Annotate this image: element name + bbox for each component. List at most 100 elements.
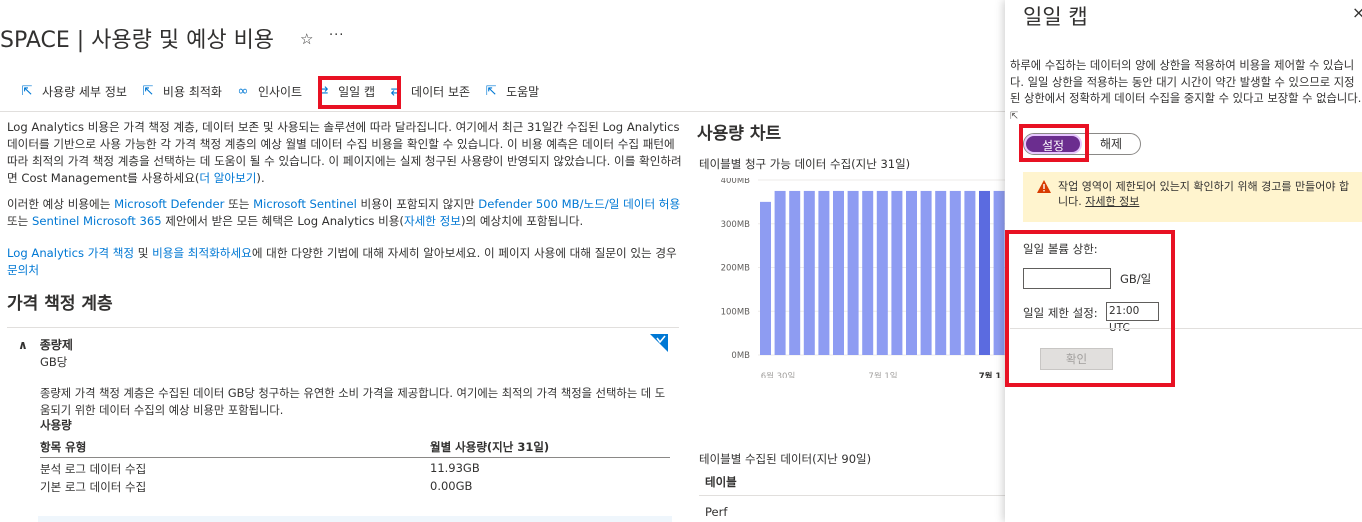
more-info-link[interactable]: 자세한 정보 <box>404 214 461 228</box>
bar <box>803 190 815 355</box>
panel-description-text: 하루에 수집하는 데이터의 양에 상한을 적용하여 비용을 제어할 수 있습니다… <box>1010 59 1362 105</box>
intro-text: 제안에서 받은 모든 혜택은 Log Analytics 비용( <box>161 214 404 228</box>
tier-header[interactable]: ∧ 종량제 <box>18 336 73 353</box>
info-bar <box>38 516 672 522</box>
page-title: SPACE | 사용량 및 예상 비용 <box>0 28 275 53</box>
warning-icon <box>1037 180 1051 193</box>
intro-text: Log Analytics 비용은 가격 책정 계층, 데이터 보존 및 사용되… <box>7 120 682 185</box>
bar <box>760 201 771 355</box>
usage-chart-heading: 사용량 차트 <box>697 124 782 144</box>
panel-title: 일일 캡 <box>1023 5 1088 29</box>
sentinel-link[interactable]: Microsoft Sentinel <box>253 197 357 211</box>
intro-paragraph-1: Log Analytics 비용은 가격 책정 계층, 데이터 보존 및 사용되… <box>7 119 683 187</box>
toolbar-label: 인사이트 <box>257 84 303 99</box>
y-tick-label: 200MB <box>721 264 751 274</box>
tier-unit: GB당 <box>40 355 68 369</box>
intro-paragraph-2: 이러한 예상 비용에는 Microsoft Defender 또는 Micros… <box>7 196 683 230</box>
y-tick-label: 400MB <box>721 178 751 186</box>
intro-text: )의 예상치에 포함됩니다. <box>460 214 584 228</box>
defender-allowance-link[interactable]: Defender 500 MB/노드/일 데이터 허용 <box>478 197 680 211</box>
usage-table: 항목 유형 월별 사용량(지난 31일) 분석 로그 데이터 수집 11.93G… <box>40 439 670 495</box>
toolbar-divider <box>0 111 1005 112</box>
intro-text: 에 대한 다양한 기법에 대해 자세히 알아보세요. 이 페이지 사용에 대해 … <box>251 246 677 260</box>
toolbar-cost-optimization-button[interactable]: ⇱ 비용 최적화 <box>141 83 222 100</box>
toolbar-label: 사용량 세부 정보 <box>42 84 127 99</box>
bar <box>964 190 976 355</box>
highlight-box <box>1005 230 1175 387</box>
tier-name: 종량제 <box>39 338 73 352</box>
toolbar-data-retention-button[interactable]: ⇄ 데이터 보존 <box>389 83 470 100</box>
bar <box>935 190 947 355</box>
warning-more-info-link[interactable]: 자세한 정보 <box>1085 195 1139 208</box>
table-section-heading: 테이블별 수집된 데이터(지난 90일) <box>699 452 872 466</box>
bar <box>979 190 990 355</box>
bar <box>949 190 961 355</box>
panel-description: 하루에 수집하는 데이터의 양에 상한을 적용하여 비용을 제어할 수 있습니다… <box>1010 58 1362 125</box>
highlight-box <box>318 76 401 109</box>
item-value: 0.00GB <box>430 479 473 493</box>
toggle-off-option[interactable]: 해제 <box>1082 134 1140 154</box>
close-icon[interactable]: × <box>1352 3 1362 22</box>
link-icon: ∞ <box>237 83 249 99</box>
intro-text: 비용이 포함되지 않지만 <box>356 197 479 211</box>
table-row: 분석 로그 데이터 수집 11.93GB <box>40 461 670 477</box>
bar <box>862 190 874 355</box>
toolbar-label: 데이터 보존 <box>411 84 471 99</box>
intro-paragraph-3: Log Analytics 가격 책정 및 비용을 최적화하세요에 대한 다양한… <box>7 245 683 279</box>
item-type: 분석 로그 데이터 수집 <box>40 462 147 476</box>
toolbar-usage-details-button[interactable]: ⇱ 사용량 세부 정보 <box>20 83 127 100</box>
external-link-icon: ⇱ <box>21 83 33 99</box>
bar <box>833 190 844 355</box>
external-link-icon[interactable]: ⇱ <box>1010 111 1018 122</box>
toolbar: ⇱ 사용량 세부 정보 ⇱ 비용 최적화 ∞ 인사이트 ⇄ 일일 캡 ⇄ 데이터… <box>20 80 553 102</box>
favorite-star-icon[interactable]: ☆ <box>300 30 313 48</box>
item-value: 11.93GB <box>430 461 480 475</box>
more-options-icon[interactable]: ··· <box>329 28 344 43</box>
chevron-up-icon[interactable]: ∧ <box>18 338 28 352</box>
sentinel-m365-link[interactable]: Sentinel Microsoft 365 <box>32 214 162 228</box>
toolbar-label: 비용 최적화 <box>162 84 222 99</box>
y-tick-label: 300MB <box>721 220 751 230</box>
selected-check-icon <box>650 334 668 352</box>
pricing-link[interactable]: Log Analytics 가격 책정 <box>7 246 134 260</box>
section-divider <box>7 327 679 328</box>
column-header: 월별 사용량(지난 31일) <box>430 440 550 454</box>
chart-subtitle: 테이블별 청구 가능 데이터 수집(지난 31일) <box>699 157 911 171</box>
table-divider <box>699 495 1005 496</box>
usage-bar-chart: 400MB 300MB 200MB 100MB 0MB 6월 30일 7월 1일 7월 1 <box>721 178 1005 378</box>
bar <box>774 190 786 355</box>
learn-more-link[interactable]: 더 알아보기 <box>199 171 256 185</box>
pricing-tier-heading: 가격 책정 계층 <box>7 294 113 314</box>
column-header: 항목 유형 <box>40 440 87 454</box>
bar <box>818 190 830 355</box>
intro-text: 또는 <box>224 197 254 211</box>
table-column-header: 테이블 <box>705 475 737 489</box>
bar <box>876 190 888 355</box>
optimize-cost-link[interactable]: 비용을 최적화하세요 <box>152 246 252 260</box>
bar <box>891 190 903 355</box>
highlight-box <box>1019 124 1089 162</box>
x-tick-label: 7월 1 <box>979 371 1002 378</box>
intro-text: 및 <box>134 246 153 260</box>
toolbar-label: 도움말 <box>506 84 540 99</box>
y-tick-label: 100MB <box>721 307 751 317</box>
warning-text: 작업 영역이 제한되어 있는지 확인하기 위해 경고를 만들어야 합니다. 자세… <box>1058 179 1358 209</box>
item-type: 기본 로그 데이터 수집 <box>40 480 147 494</box>
table-header-row: 항목 유형 월별 사용량(지난 31일) <box>40 439 670 458</box>
y-tick-label: 0MB <box>731 351 750 361</box>
usage-label: 사용량 <box>40 418 72 432</box>
bar <box>920 190 932 355</box>
bar <box>993 190 1005 355</box>
x-tick-label: 7월 1일 <box>868 371 897 378</box>
table-row: 기본 로그 데이터 수집 0.00GB <box>40 479 670 495</box>
bar <box>847 190 859 355</box>
toolbar-insights-button[interactable]: ∞ 인사이트 <box>236 83 303 100</box>
defender-link[interactable]: Microsoft Defender <box>114 197 224 211</box>
contact-link[interactable]: 문의처 <box>7 263 39 277</box>
intro-text: ). <box>256 171 265 185</box>
bar <box>789 190 801 355</box>
bar <box>906 190 917 355</box>
toolbar-help-button[interactable]: ⇱ 도움말 <box>484 83 540 100</box>
table-cell: Perf <box>705 505 728 519</box>
external-link-icon: ⇱ <box>485 83 497 99</box>
